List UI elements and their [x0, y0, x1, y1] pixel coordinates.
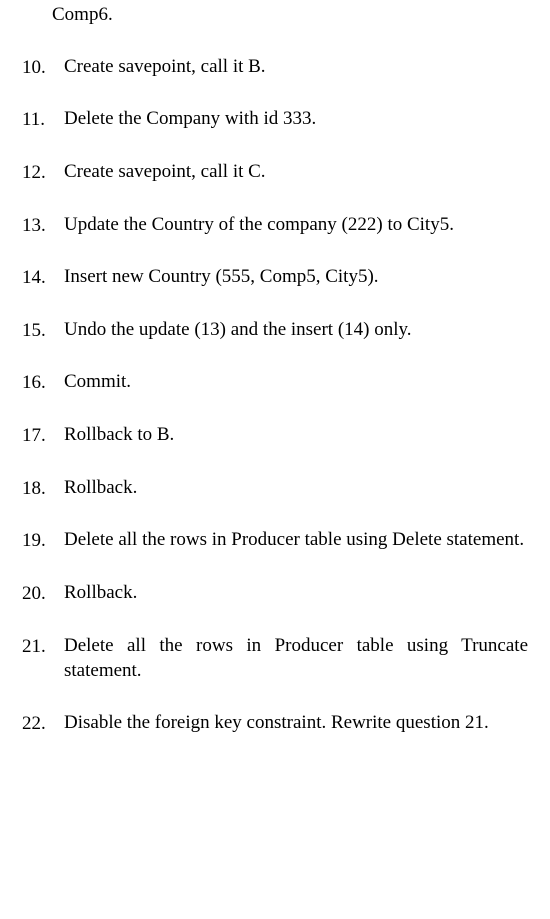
- item-number: 14.: [22, 264, 50, 291]
- list-item: 22. Disable the foreign key constraint. …: [22, 710, 528, 737]
- item-text: Delete all the rows in Producer table us…: [50, 527, 528, 553]
- item-text: Rollback.: [50, 580, 528, 606]
- item-text: Rollback.: [50, 475, 528, 501]
- continuation-text: Comp6.: [22, 0, 528, 28]
- item-text: Undo the update (13) and the insert (14)…: [50, 317, 528, 343]
- list-item: 10. Create savepoint, call it B.: [22, 54, 528, 81]
- item-text: Delete the Company with id 333.: [50, 106, 528, 132]
- item-number: 18.: [22, 475, 50, 502]
- item-number: 19.: [22, 527, 50, 554]
- item-number: 13.: [22, 212, 50, 239]
- item-text: Delete all the rows in Producer table us…: [50, 633, 528, 684]
- item-text: Create savepoint, call it C.: [50, 159, 528, 185]
- item-number: 16.: [22, 369, 50, 396]
- list-item: 12. Create savepoint, call it C.: [22, 159, 528, 186]
- list-item: 20. Rollback.: [22, 580, 528, 607]
- list-item: 14. Insert new Country (555, Comp5, City…: [22, 264, 528, 291]
- item-text: Disable the foreign key constraint. Rewr…: [50, 710, 528, 736]
- item-number: 11.: [22, 106, 50, 133]
- item-text: Insert new Country (555, Comp5, City5).: [50, 264, 528, 290]
- list-item: 17. Rollback to B.: [22, 422, 528, 449]
- list-item: 16. Commit.: [22, 369, 528, 396]
- list-item: 13. Update the Country of the company (2…: [22, 212, 528, 239]
- list-item: 21. Delete all the rows in Producer tabl…: [22, 633, 528, 684]
- item-number: 15.: [22, 317, 50, 344]
- list-item: 19. Delete all the rows in Producer tabl…: [22, 527, 528, 554]
- item-number: 20.: [22, 580, 50, 607]
- item-text: Create savepoint, call it B.: [50, 54, 528, 80]
- item-text: Rollback to B.: [50, 422, 528, 448]
- item-number: 12.: [22, 159, 50, 186]
- item-number: 17.: [22, 422, 50, 449]
- item-text: Update the Country of the company (222) …: [50, 212, 528, 238]
- item-number: 10.: [22, 54, 50, 81]
- item-number: 21.: [22, 633, 50, 660]
- list-item: 15. Undo the update (13) and the insert …: [22, 317, 528, 344]
- list-item: 11. Delete the Company with id 333.: [22, 106, 528, 133]
- item-number: 22.: [22, 710, 50, 737]
- list-item: 18. Rollback.: [22, 475, 528, 502]
- item-text: Commit.: [50, 369, 528, 395]
